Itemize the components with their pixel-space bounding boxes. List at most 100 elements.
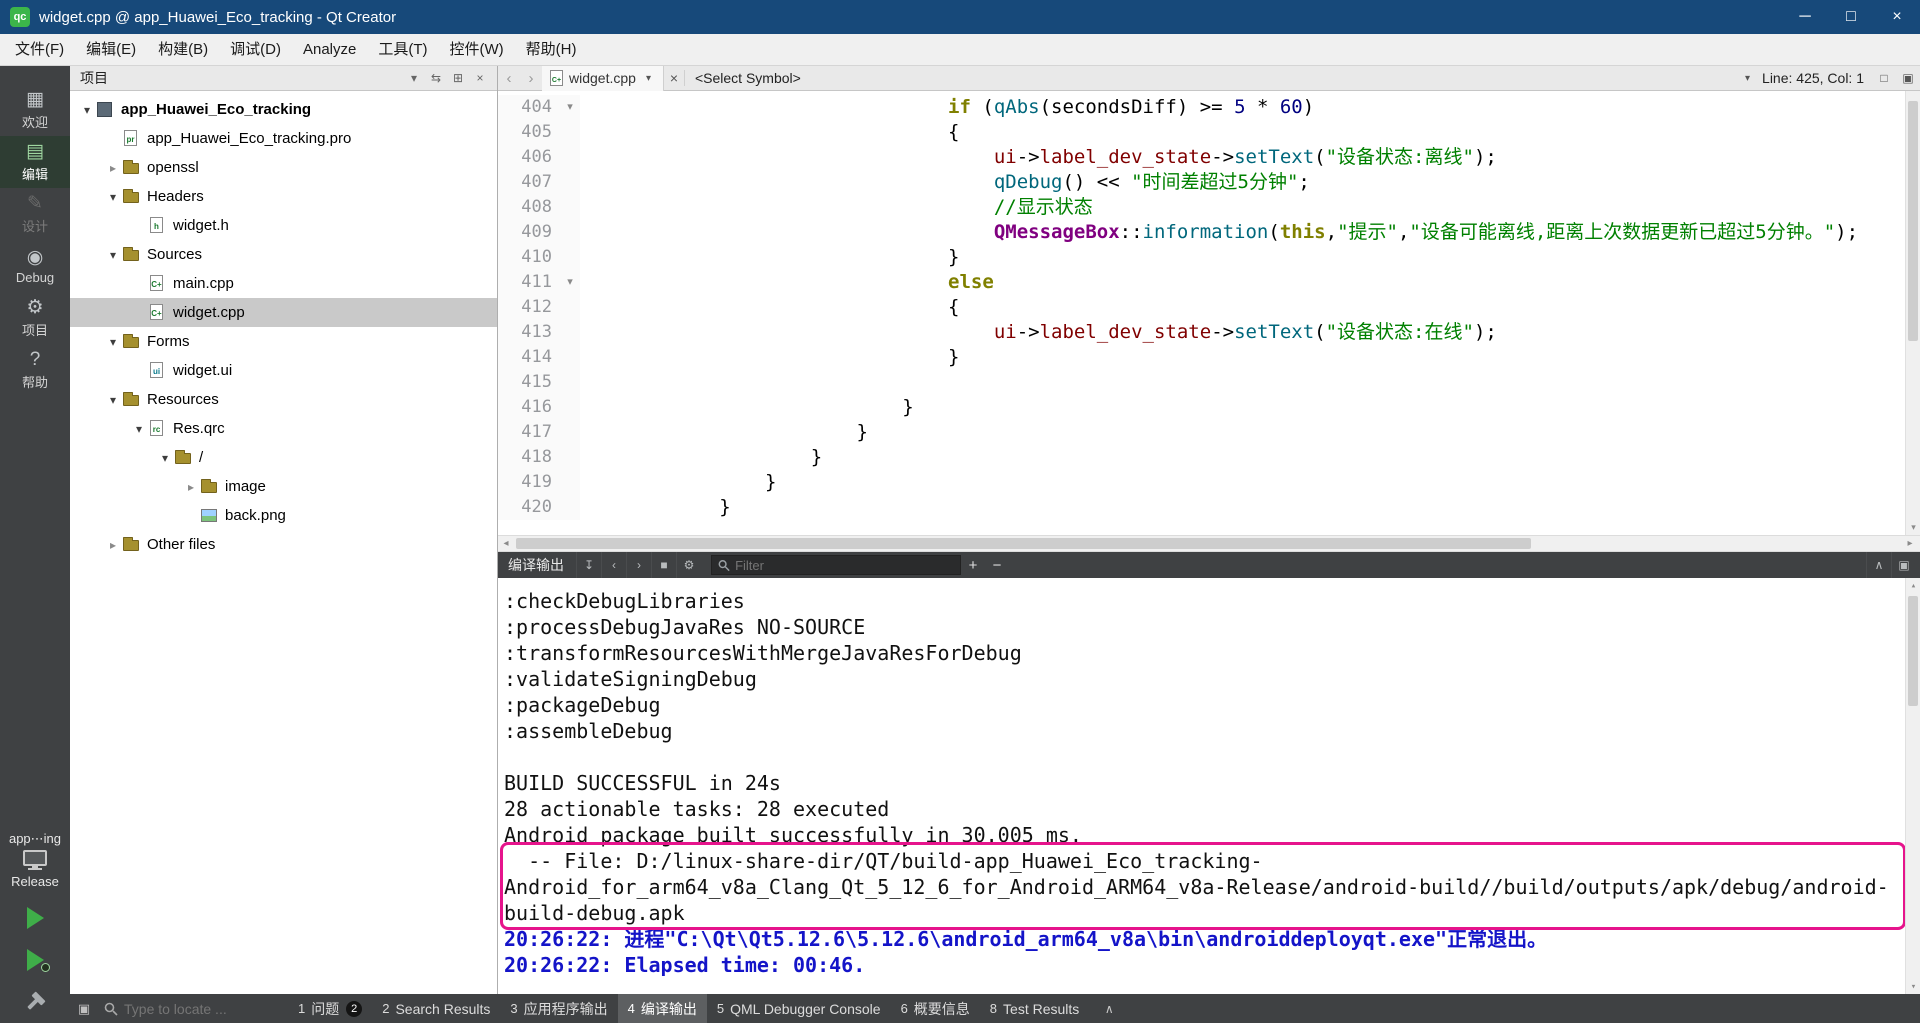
build-button[interactable]	[0, 981, 70, 1023]
pane-button-5[interactable]: 5 QML Debugger Console	[707, 994, 891, 1023]
pane-button-4[interactable]: 4 编译输出	[617, 994, 707, 1023]
collapse-arrow-icon[interactable]: ▾	[104, 393, 122, 407]
expand-arrow-icon[interactable]: ▸	[104, 538, 122, 552]
split-editor-icon[interactable]: □	[1872, 71, 1896, 85]
mode-edit[interactable]: ▤ 编辑	[0, 136, 70, 188]
horizontal-scrollbar[interactable]: ◂ ▸	[498, 535, 1920, 552]
scroll-up-icon[interactable]: ▴	[1906, 578, 1920, 593]
stop-icon[interactable]: ■	[651, 552, 676, 578]
menu-item[interactable]: 工具(T)	[367, 34, 438, 65]
mode-projects[interactable]: ⚙ 项目	[0, 292, 70, 344]
code-editor[interactable]: 404 ▾ if (qAbs(secondsDiff) >= 5 * 60) 405…	[498, 91, 1920, 535]
tree-item-app-huawei-eco-tracking[interactable]: ▾ app_Huawei_Eco_tracking	[70, 95, 497, 124]
pane-button-3[interactable]: 3 应用程序输出	[500, 994, 617, 1023]
kit-selector[interactable]: app⋯ing Release	[9, 831, 61, 889]
tree-item-image[interactable]: ▸ image	[70, 472, 497, 501]
filter-icon[interactable]: ▾	[403, 71, 425, 85]
tree-item-forms[interactable]: ▾ Forms	[70, 327, 497, 356]
symbol-selector[interactable]: <Select Symbol>	[683, 70, 811, 86]
back-icon[interactable]: ‹	[498, 70, 520, 87]
zoom-out-icon[interactable]: −	[985, 557, 1009, 574]
collapse-arrow-icon[interactable]: ▾	[130, 422, 148, 436]
collapse-arrow-icon[interactable]: ▾	[104, 190, 122, 204]
compile-output-pane[interactable]: :checkDebugLibraries:processDebugJavaRes…	[498, 578, 1920, 994]
fold-marker-icon[interactable]: ▾	[560, 270, 580, 295]
tree-item-back-png[interactable]: back.png	[70, 501, 497, 530]
expand-arrow-icon[interactable]: ▸	[182, 480, 200, 494]
menu-item[interactable]: 构建(B)	[147, 34, 219, 65]
menu-item[interactable]: 控件(W)	[439, 34, 515, 65]
close-panel-icon[interactable]: ×	[469, 71, 491, 85]
locator-input[interactable]	[124, 1000, 264, 1017]
pane-button-6[interactable]: 6 概要信息	[891, 994, 980, 1023]
chevron-down-icon[interactable]: ▾	[1741, 73, 1754, 84]
close-button[interactable]: ×	[1874, 0, 1920, 34]
output-vertical-scrollbar[interactable]: ▴ ▾	[1905, 578, 1920, 994]
tree-item-res-qrc[interactable]: ▾ rc Res.qrc	[70, 414, 497, 443]
scrollbar-thumb[interactable]	[1908, 101, 1918, 341]
maximize-button[interactable]: □	[1828, 0, 1874, 34]
detach-pane-icon[interactable]: ▣	[1891, 552, 1916, 578]
previous-item-icon[interactable]: ‹	[601, 552, 626, 578]
tree-item-openssl[interactable]: ▸ openssl	[70, 153, 497, 182]
toggle-sidebar-icon[interactable]: ▣	[70, 1001, 98, 1017]
tree-item-widget-h[interactable]: h widget.h	[70, 211, 497, 240]
settings-icon[interactable]: ⚙	[676, 552, 701, 578]
collapse-arrow-icon[interactable]: ▾	[104, 335, 122, 349]
tab-widget-cpp[interactable]: C+ widget.cpp ▾	[542, 65, 664, 91]
tree-item-app-huawei-eco-tracking-pro[interactable]: pr app_Huawei_Eco_tracking.pro	[70, 124, 497, 153]
code-lines: 404 ▾ if (qAbs(secondsDiff) >= 5 * 60) 405…	[498, 95, 1920, 520]
fold-marker-icon[interactable]: ▾	[560, 95, 580, 120]
menu-item[interactable]: 文件(F)	[4, 34, 75, 65]
mode-help[interactable]: ? 帮助	[0, 344, 70, 396]
tree-item-headers[interactable]: ▾ Headers	[70, 182, 497, 211]
forward-icon[interactable]: ›	[520, 70, 542, 87]
tree-item-widget-cpp[interactable]: C+ widget.cpp	[70, 298, 497, 327]
pane-button-2[interactable]: 2 Search Results	[372, 994, 500, 1023]
filter-box[interactable]	[711, 555, 961, 575]
editor-vertical-scrollbar[interactable]: ▾	[1905, 91, 1920, 535]
debug-run-button[interactable]	[0, 939, 70, 981]
mode-welcome[interactable]: ▦ 欢迎	[0, 84, 70, 136]
scroll-to-end-icon[interactable]: ↧	[576, 552, 601, 578]
chevron-down-icon[interactable]: ▾	[642, 73, 655, 84]
menu-item[interactable]: Analyze	[292, 34, 367, 65]
collapse-arrow-icon[interactable]: ▾	[156, 451, 174, 465]
next-item-icon[interactable]: ›	[626, 552, 651, 578]
expand-arrow-icon[interactable]: ▸	[104, 161, 122, 175]
zoom-in-icon[interactable]: +	[961, 557, 985, 574]
menu-item[interactable]: 帮助(H)	[515, 34, 588, 65]
tree-item-sources[interactable]: ▾ Sources	[70, 240, 497, 269]
expand-output-icon[interactable]: ∧	[1097, 1002, 1121, 1016]
collapse-arrow-icon[interactable]: ▾	[78, 103, 96, 117]
maximize-pane-icon[interactable]: ∧	[1866, 552, 1891, 578]
scroll-down-icon[interactable]: ▾	[1906, 979, 1920, 994]
tree-item-widget-ui[interactable]: ui widget.ui	[70, 356, 497, 385]
tree-item-resources[interactable]: ▾ Resources	[70, 385, 497, 414]
tree-item--[interactable]: ▾ /	[70, 443, 497, 472]
scroll-down-icon[interactable]: ▾	[1906, 520, 1920, 535]
menu-item[interactable]: 编辑(E)	[75, 34, 147, 65]
tree-item-other-files[interactable]: ▸ Other files	[70, 530, 497, 559]
pane-button-8[interactable]: 8 Test Results	[980, 994, 1089, 1023]
run-button[interactable]	[0, 897, 70, 939]
scroll-right-icon[interactable]: ▸	[1902, 536, 1918, 551]
scrollbar-thumb[interactable]	[516, 538, 1531, 549]
sync-with-editor-icon[interactable]: ⇆	[425, 71, 447, 85]
editor-window-icon[interactable]: ▣	[1896, 71, 1920, 85]
pane-button-1[interactable]: 1 问题 2	[288, 994, 372, 1023]
fold-marker	[560, 145, 580, 170]
split-panel-icon[interactable]: ⊞	[447, 71, 469, 85]
close-tab-icon[interactable]: ×	[664, 70, 684, 86]
tree-item-main-cpp[interactable]: C+ main.cpp	[70, 269, 497, 298]
scrollbar-thumb[interactable]	[1908, 596, 1918, 706]
menu-item[interactable]: 调试(D)	[219, 34, 292, 65]
scroll-left-icon[interactable]: ◂	[498, 536, 514, 551]
filter-input[interactable]	[735, 557, 954, 573]
minimize-button[interactable]: ─	[1782, 0, 1828, 34]
mode-debug[interactable]: ◉ Debug	[0, 240, 70, 292]
locator[interactable]	[98, 1000, 288, 1017]
collapse-arrow-icon[interactable]: ▾	[104, 248, 122, 262]
mode-design[interactable]: ✎ 设计	[0, 188, 70, 240]
